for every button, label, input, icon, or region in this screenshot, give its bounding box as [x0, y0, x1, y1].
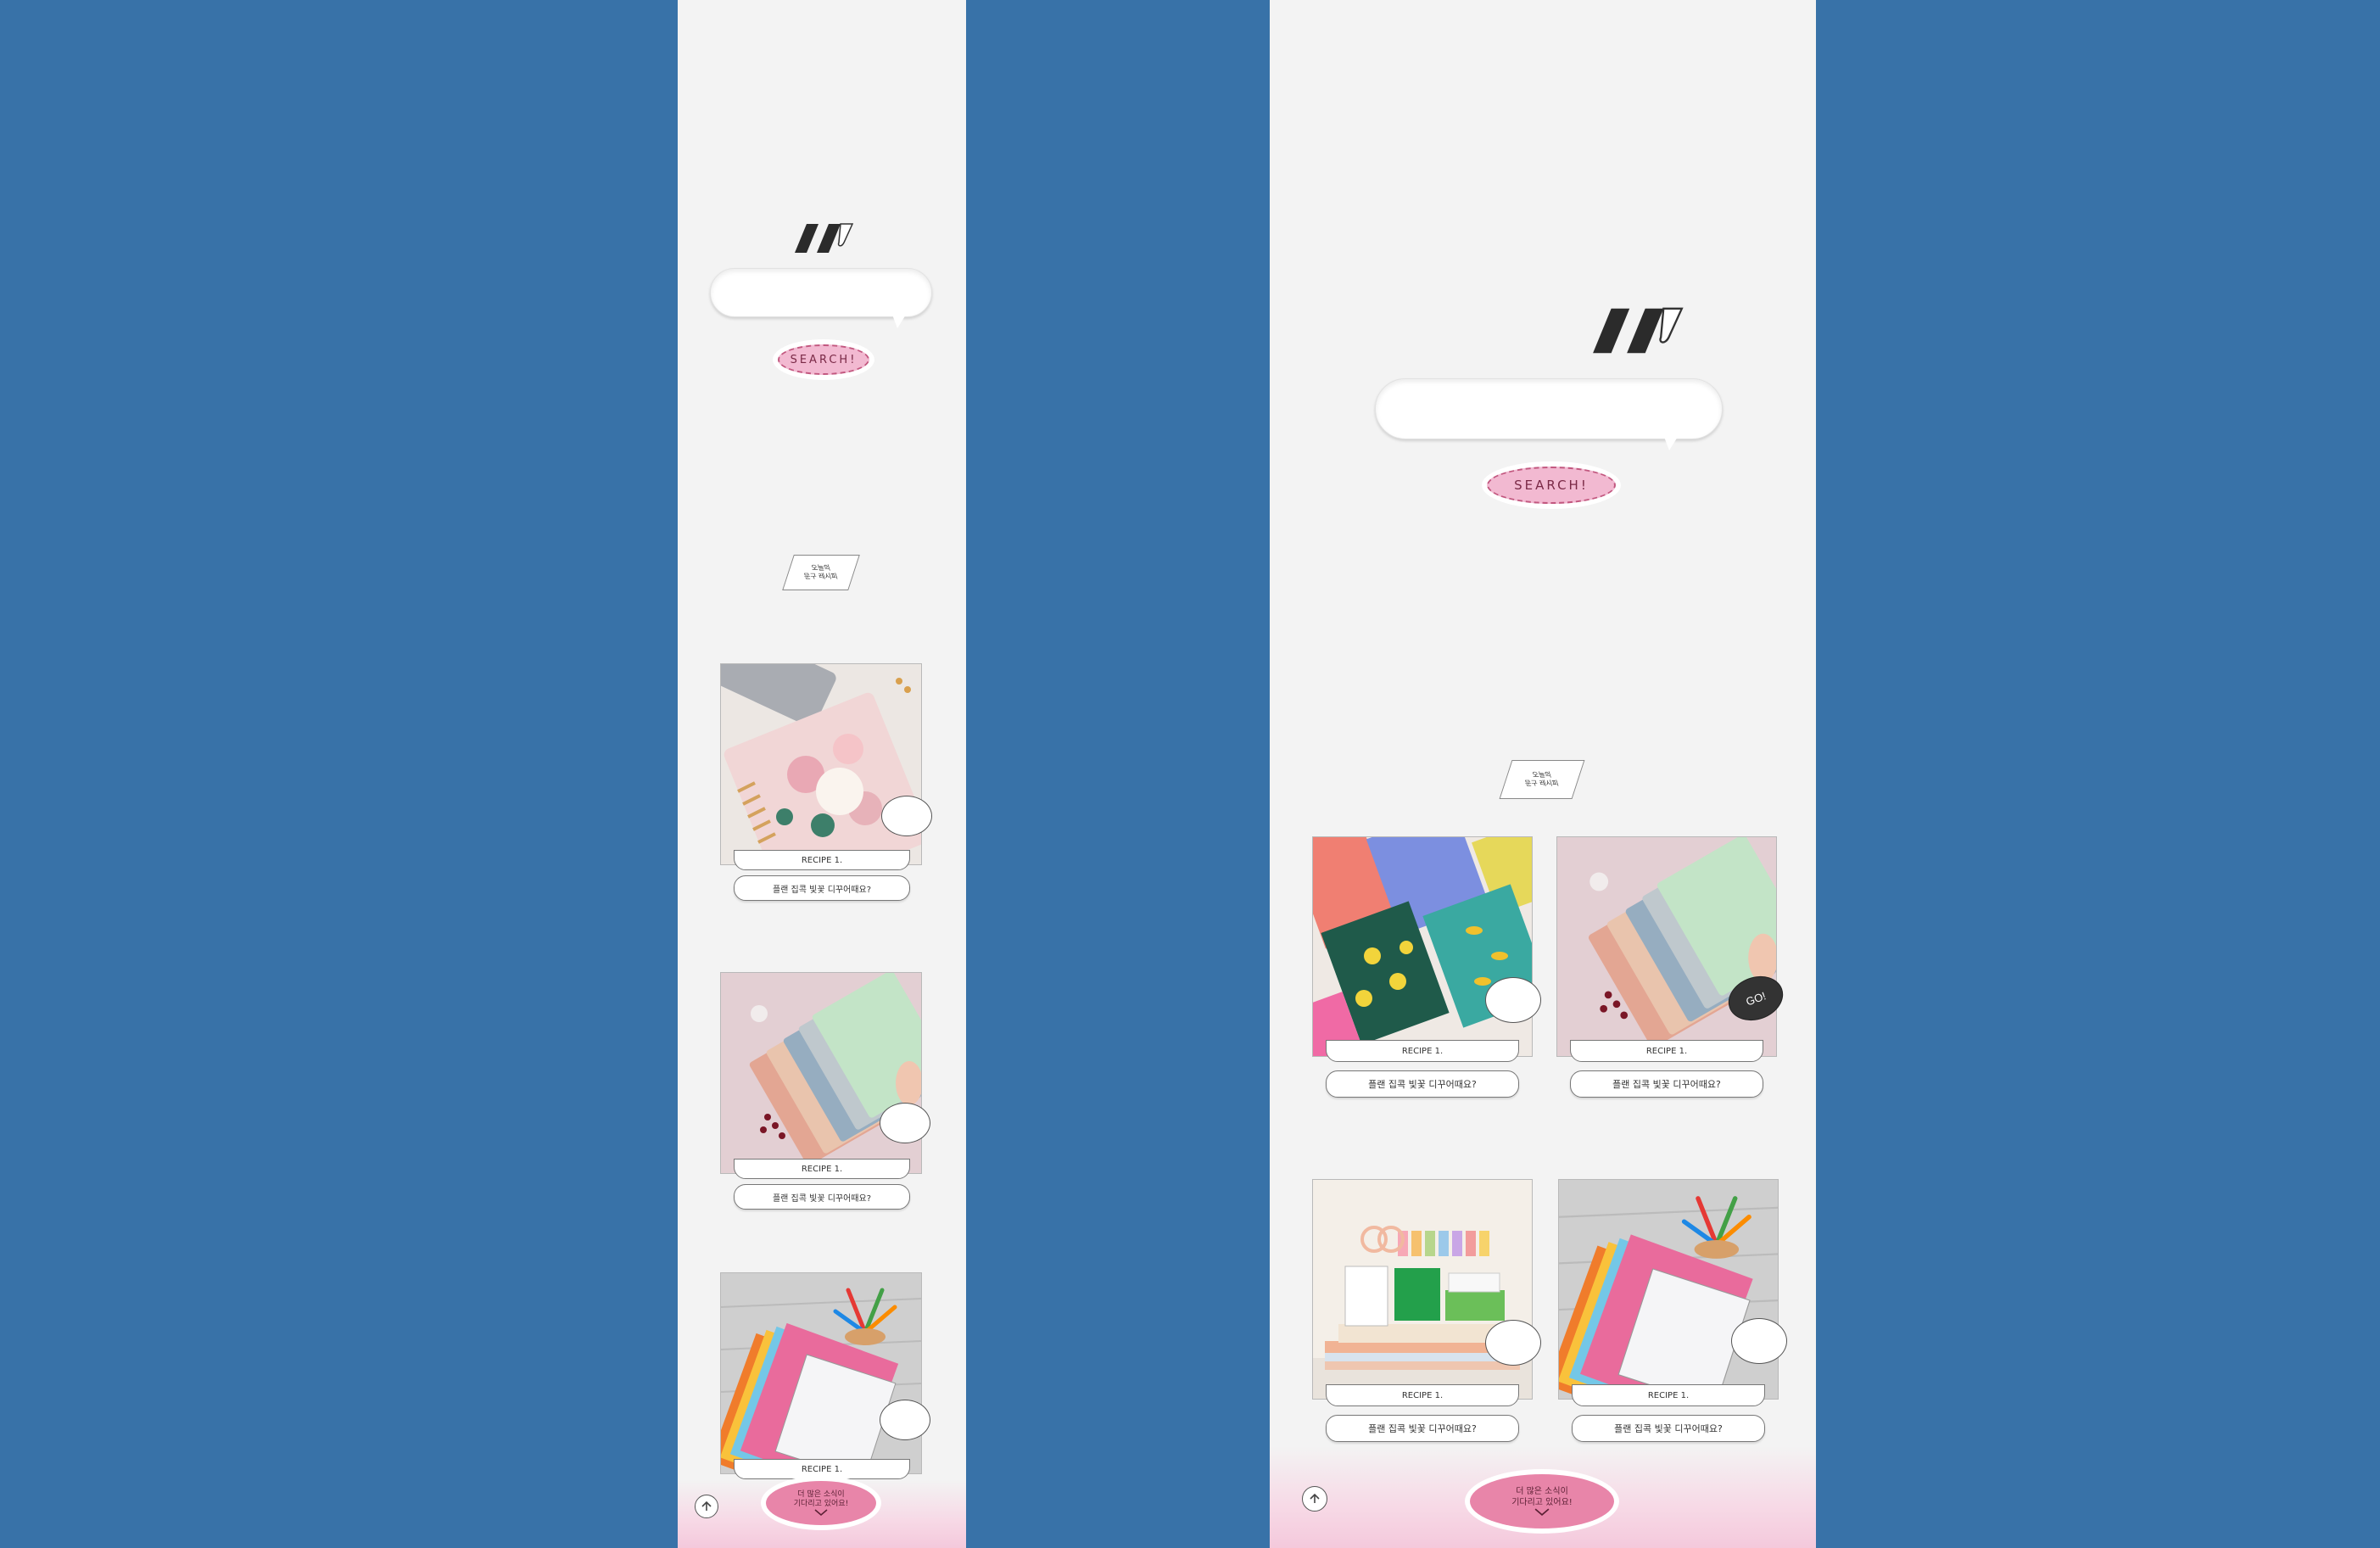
- scroll-top-button[interactable]: [695, 1495, 718, 1518]
- speech-bubble-icon: [1485, 1320, 1541, 1366]
- search-input[interactable]: [710, 268, 932, 328]
- search-input[interactable]: [1375, 378, 1723, 450]
- search-button[interactable]: SEARCH!: [778, 344, 869, 375]
- brand-logo: [795, 223, 854, 253]
- more-news-button[interactable]: 더 많은 소식이 기다리고 있어요!: [1470, 1474, 1614, 1528]
- note-line-1: 오늘의: [1531, 771, 1553, 780]
- note-line-1: 오늘의: [810, 564, 832, 573]
- more-line-2: 기다리고 있어요!: [1511, 1497, 1573, 1507]
- card-description: 플랜 집콕 빛꽃 디꾸어때요?: [1326, 1415, 1519, 1442]
- more-line-2: 기다리고 있어요!: [793, 1500, 849, 1508]
- search-button[interactable]: SEARCH!: [1487, 467, 1616, 504]
- scroll-top-button[interactable]: [1302, 1486, 1327, 1512]
- recipe-card[interactable]: RECIPE 1. 플랜 집콕 빛꽃 디꾸어때요?: [1312, 836, 1541, 1103]
- card-description: 플랜 집콕 빛꽃 디꾸어때요?: [1572, 1415, 1765, 1442]
- chevron-down-icon: [814, 1509, 828, 1517]
- planner-floral-image: [720, 663, 922, 865]
- card-description: 플랜 집콕 빛꽃 디꾸어때요?: [1570, 1070, 1763, 1098]
- recipe-card[interactable]: RECIPE 1. 플랜 집콕 빛꽃 디꾸어때요?: [1558, 1179, 1787, 1445]
- card-description: 플랜 집콕 빛꽃 디꾸어때요?: [734, 1184, 910, 1210]
- note-line-2: 문구 레시피: [1523, 780, 1561, 787]
- recipe-card[interactable]: RECIPE 1. 플랜 집콕 빛꽃 디꾸어때요?: [1312, 1179, 1541, 1445]
- card-title: RECIPE 1.: [734, 1459, 910, 1479]
- card-title: RECIPE 1.: [734, 850, 910, 870]
- recipe-card[interactable]: GO! RECIPE 1. 플랜 집콕 빛꽃 디꾸어때요?: [1556, 836, 1790, 1103]
- tablet-preview-panel: SEARCH! 오늘의 문구 레시피 RECIPE 1. 플랜 집콕 빛꽃 디꾸어…: [1270, 0, 1816, 1548]
- speech-bubble-icon: [881, 796, 932, 836]
- colorful-folders-image: [720, 1272, 922, 1474]
- speech-bubble-icon: [1485, 977, 1541, 1023]
- arrow-up-icon: [1310, 1493, 1320, 1503]
- pastel-notebooks-image: [1556, 836, 1777, 1057]
- speech-bubble-icon: [880, 1103, 930, 1143]
- card-title: RECIPE 1.: [1326, 1040, 1519, 1062]
- card-title: RECIPE 1.: [1572, 1384, 1765, 1406]
- pastel-notebooks-image: [720, 972, 922, 1174]
- more-line-1: 더 많은 소식이: [797, 1489, 845, 1499]
- recipe-section-note: 오늘의 문구 레시피: [1499, 760, 1585, 799]
- brand-logo: [1593, 307, 1684, 354]
- recipe-section-note: 오늘의 문구 레시피: [782, 555, 860, 590]
- card-title: RECIPE 1.: [734, 1159, 910, 1179]
- card-description: 플랜 집콕 빛꽃 디꾸어때요?: [734, 875, 910, 901]
- arrow-up-icon: [701, 1500, 712, 1511]
- colorful-folders-image: [1558, 1179, 1779, 1400]
- card-title: RECIPE 1.: [1570, 1040, 1763, 1062]
- speech-bubble-icon: [1731, 1318, 1787, 1364]
- stationery-set-image: [1312, 1179, 1533, 1400]
- card-title: RECIPE 1.: [1326, 1384, 1519, 1406]
- note-line-2: 문구 레시피: [802, 573, 840, 580]
- recipe-card[interactable]: RECIPE 1. 플랜 집콕 빛꽃 디꾸어때요?: [720, 663, 932, 909]
- mobile-preview-panel: SEARCH! 오늘의 문구 레시피 RECIPE 1. 플랜 집콕 빛꽃 디꾸어…: [678, 0, 966, 1548]
- patterned-notebooks-image: [1312, 836, 1533, 1057]
- speech-bubble-icon: [880, 1400, 930, 1440]
- card-description: 플랜 집콕 빛꽃 디꾸어때요?: [1326, 1070, 1519, 1098]
- more-news-button[interactable]: 더 많은 소식이 기다리고 있어요!: [766, 1481, 876, 1525]
- chevron-down-icon: [1534, 1508, 1550, 1516]
- recipe-card[interactable]: RECIPE 1. 플랜 집콕 빛꽃 디꾸어때요?: [720, 972, 930, 1218]
- more-line-1: 더 많은 소식이: [1516, 1487, 1568, 1496]
